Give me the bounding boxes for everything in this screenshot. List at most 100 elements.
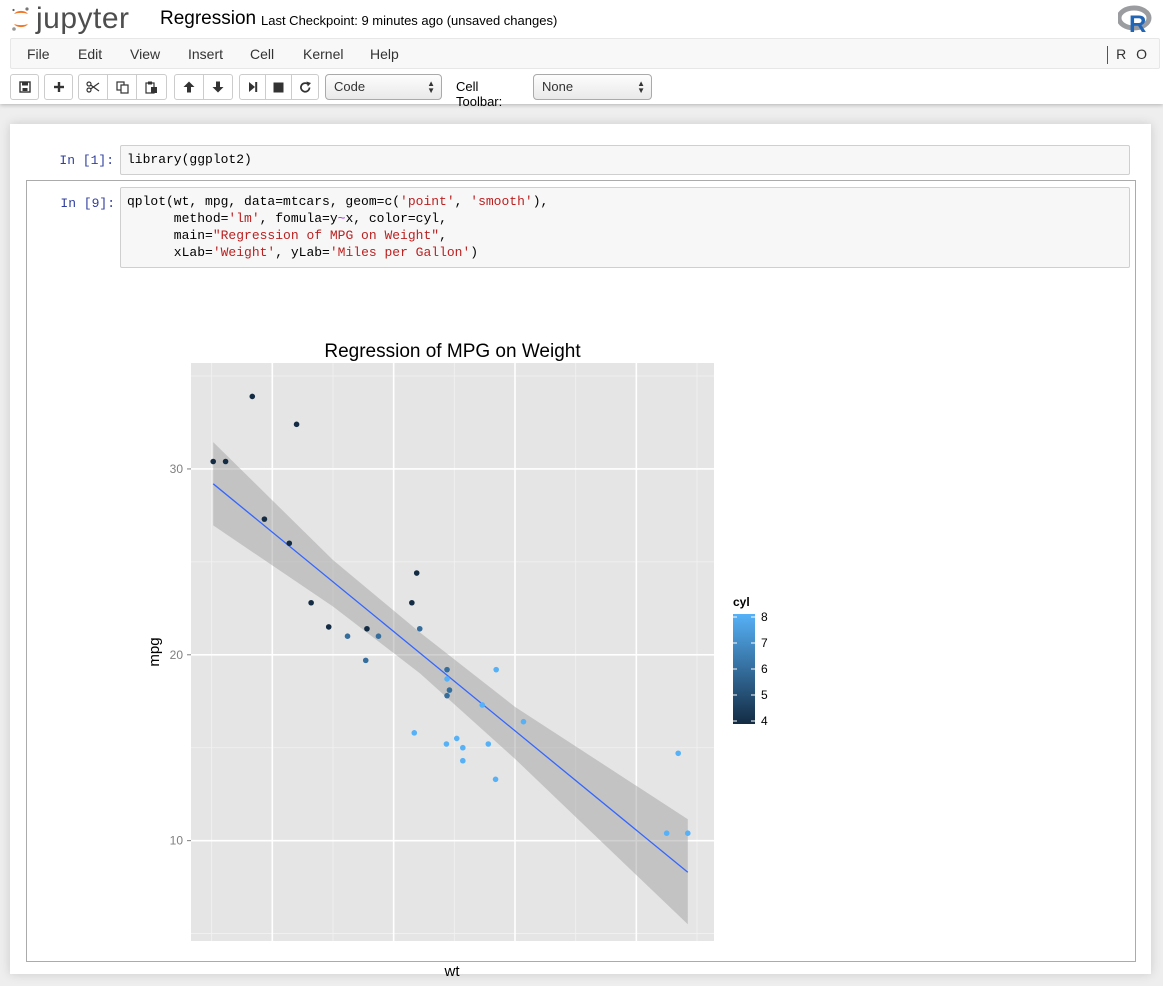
menubar: File Edit View Insert Cell Kernel Help R… <box>10 38 1160 69</box>
cell-toolbar-value: None <box>542 79 574 94</box>
data-point <box>446 687 453 693</box>
code-cell-2[interactable]: In [9]: qplot(wt, mpg, data=mtcars, geom… <box>26 180 1136 980</box>
save-button[interactable] <box>10 74 39 100</box>
r-logo-icon: R <box>1116 5 1152 38</box>
run-cell-button[interactable] <box>239 74 266 100</box>
code-input[interactable]: qplot(wt, mpg, data=mtcars, geom=c('poin… <box>120 187 1130 268</box>
data-point <box>444 692 450 699</box>
code-token: xLab= <box>127 245 213 260</box>
cell-toolbar-label: Cell Toolbar: <box>456 79 503 109</box>
input-prompt: In [1]: <box>59 153 114 168</box>
menu-view[interactable]: View <box>130 46 160 62</box>
data-point <box>344 633 351 640</box>
data-point <box>293 421 300 428</box>
kernel-logo: R <box>1116 5 1152 40</box>
data-point <box>409 599 415 606</box>
cell-type-select[interactable]: Code ▲ ▼ <box>325 74 442 100</box>
insert-cell-button[interactable] <box>44 74 73 100</box>
legend-label: 7 <box>761 636 768 650</box>
code-token: 'smooth' <box>470 194 533 209</box>
refresh-icon <box>299 81 311 93</box>
code-text: library(ggplot2) <box>127 152 252 167</box>
copy-icon <box>115 80 129 94</box>
jupyter-logo[interactable]: jupyter <box>10 2 130 35</box>
notebook-container: In [1]: library(ggplot2) In [9]: qplot(w… <box>10 124 1151 980</box>
data-point <box>261 516 268 522</box>
paste-button[interactable] <box>136 74 167 100</box>
data-point <box>453 735 460 742</box>
save-icon <box>18 81 31 93</box>
restart-kernel-button[interactable] <box>291 74 319 100</box>
data-point <box>684 830 691 837</box>
code-token: 'point' <box>400 194 455 209</box>
data-point <box>479 702 486 708</box>
legend-label: 5 <box>761 688 768 702</box>
data-point <box>444 666 450 673</box>
data-point <box>460 744 466 751</box>
menu-help[interactable]: Help <box>370 46 399 62</box>
kernel-name: R <box>1116 46 1127 62</box>
data-point <box>325 624 332 630</box>
code-token: method= <box>127 211 229 226</box>
code-token: , yLab= <box>275 245 330 260</box>
checkpoint-status: Last Checkpoint: 9 minutes ago (unsaved … <box>261 13 558 28</box>
copy-button[interactable] <box>107 74 137 100</box>
data-point <box>485 741 492 747</box>
output-plot: Regression of MPG on Weight2345102030mpg… <box>137 291 777 980</box>
legend-label: 6 <box>761 662 768 676</box>
data-point <box>444 676 450 682</box>
data-point <box>520 718 527 725</box>
data-point <box>308 599 314 606</box>
cut-icon <box>86 81 100 93</box>
stop-icon <box>273 82 284 92</box>
regression-chart: Regression of MPG on Weight2345102030mpg… <box>146 341 768 961</box>
move-down-button[interactable] <box>203 74 233 100</box>
x-axis-title: wt <box>444 963 460 980</box>
cell-toolbar-select[interactable]: None ▲ ▼ <box>533 74 652 100</box>
logo-text: jupyter <box>36 2 130 35</box>
data-point <box>460 757 466 764</box>
cell-type-value: Code <box>334 79 366 94</box>
notebook-name[interactable]: Regression <box>160 8 256 30</box>
jupyter-logo-icon <box>12 7 29 31</box>
data-point <box>286 540 293 547</box>
move-up-button[interactable] <box>174 74 204 100</box>
code-line: main="Regression of MPG on Weight", <box>127 227 1123 244</box>
plus-icon <box>53 82 64 92</box>
code-token: "Regression of MPG on Weight" <box>212 228 440 243</box>
data-point <box>364 625 370 632</box>
header: jupyter Regression Last Checkpoint: 9 mi… <box>0 0 1163 109</box>
data-point <box>663 830 670 837</box>
code-token: ), <box>532 194 549 209</box>
data-point <box>416 625 423 632</box>
code-input[interactable]: library(ggplot2) <box>120 145 1130 175</box>
data-point <box>493 666 499 673</box>
step-forward-icon <box>248 82 257 92</box>
legend-label: 4 <box>761 714 768 728</box>
chart-title: Regression of MPG on Weight <box>324 341 581 362</box>
code-token: 'Miles per Gallon' <box>329 245 471 260</box>
y-tick-label: 10 <box>170 834 184 848</box>
arrow-down-icon <box>212 81 224 93</box>
menu-edit[interactable]: Edit <box>78 46 102 62</box>
code-line: xLab='Weight', yLab='Miles per Gallon') <box>127 244 1123 261</box>
select-arrows-icon: ▲ ▼ <box>637 79 645 95</box>
data-point <box>411 730 418 736</box>
kernel-logo-letter: R <box>1129 11 1146 35</box>
data-point <box>375 633 382 640</box>
code-cell-1[interactable]: In [1]: library(ggplot2) <box>26 144 1136 178</box>
input-prompt: In [9]: <box>60 196 115 211</box>
menu-separator <box>1107 46 1109 65</box>
legend-label: 8 <box>761 610 768 624</box>
paste-icon <box>145 81 157 94</box>
interrupt-kernel-button[interactable] <box>265 74 292 100</box>
menu-insert[interactable]: Insert <box>188 46 223 62</box>
data-point <box>675 750 682 757</box>
cut-button[interactable] <box>78 74 108 100</box>
menu-file[interactable]: File <box>27 46 50 62</box>
code-token: qplot(wt, mpg, data=mtcars, geom=c( <box>127 194 401 209</box>
kernel-status-icon: O <box>1136 46 1147 62</box>
menu-cell[interactable]: Cell <box>250 46 274 62</box>
code-line: qplot(wt, mpg, data=mtcars, geom=c('poin… <box>127 193 1123 210</box>
menu-kernel[interactable]: Kernel <box>303 46 343 62</box>
